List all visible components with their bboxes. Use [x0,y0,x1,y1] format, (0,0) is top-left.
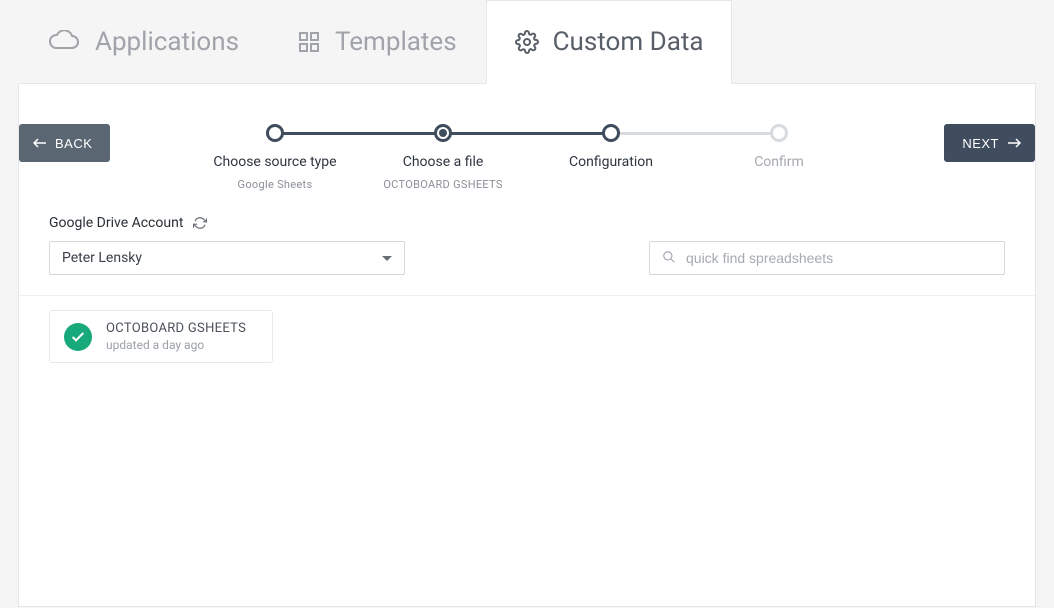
cloud-icon [47,30,81,54]
step-connector [275,132,443,135]
arrow-left-icon [33,136,47,151]
arrow-right-icon [1007,136,1021,151]
tab-label: Applications [95,27,239,57]
step-label: Choose source type [213,154,336,170]
wizard-header: BACK NEXT Choose source type Google Shee… [19,84,1035,215]
account-label: Google Drive Account [49,215,183,231]
stepper: Choose source type Google Sheets Choose … [191,124,863,191]
results-area: OCTOBOARD GSHEETS updated a day ago [19,296,1035,377]
account-selected-value: Peter Lensky [62,250,142,266]
chevron-down-icon [382,256,392,261]
next-button[interactable]: NEXT [944,124,1035,162]
file-card[interactable]: OCTOBOARD GSHEETS updated a day ago [49,310,273,363]
step-source-type[interactable]: Choose source type Google Sheets [191,124,359,191]
tab-label: Custom Data [553,27,704,57]
step-circle-icon [266,124,284,142]
step-circle-icon [434,124,452,142]
search-box[interactable] [649,241,1005,275]
main-panel: BACK NEXT Choose source type Google Shee… [18,83,1036,607]
gear-icon [515,30,539,54]
step-circle-icon [602,124,620,142]
tab-applications[interactable]: Applications [18,0,268,84]
file-title: OCTOBOARD GSHEETS [106,321,246,336]
form-row: Google Drive Account Peter Lensky [19,215,1035,296]
step-connector [443,132,611,135]
step-label: Choose a file [403,154,484,170]
step-circle-icon [770,124,788,142]
file-subtitle: updated a day ago [106,338,246,352]
back-label: BACK [55,136,92,151]
tab-label: Templates [335,27,457,57]
tabs-row: Applications Templates Custom Data [0,0,1054,84]
back-button[interactable]: BACK [19,124,110,162]
step-connector [611,132,779,135]
account-field-group: Google Drive Account Peter Lensky [49,215,405,275]
account-select[interactable]: Peter Lensky [49,241,405,275]
refresh-icon[interactable] [193,216,207,230]
account-label-row: Google Drive Account [49,215,405,231]
search-icon [662,249,676,268]
next-label: NEXT [962,136,999,151]
search-input[interactable] [686,250,992,266]
tab-templates[interactable]: Templates [268,0,486,84]
grid-icon [297,30,321,54]
file-info: OCTOBOARD GSHEETS updated a day ago [106,321,246,352]
step-label: Configuration [569,154,653,170]
step-label: Confirm [754,154,804,170]
tab-custom-data[interactable]: Custom Data [486,0,733,84]
step-sublabel: OCTOBOARD GSHEETS [383,178,502,191]
check-icon [64,323,92,351]
step-sublabel: Google Sheets [238,178,313,191]
